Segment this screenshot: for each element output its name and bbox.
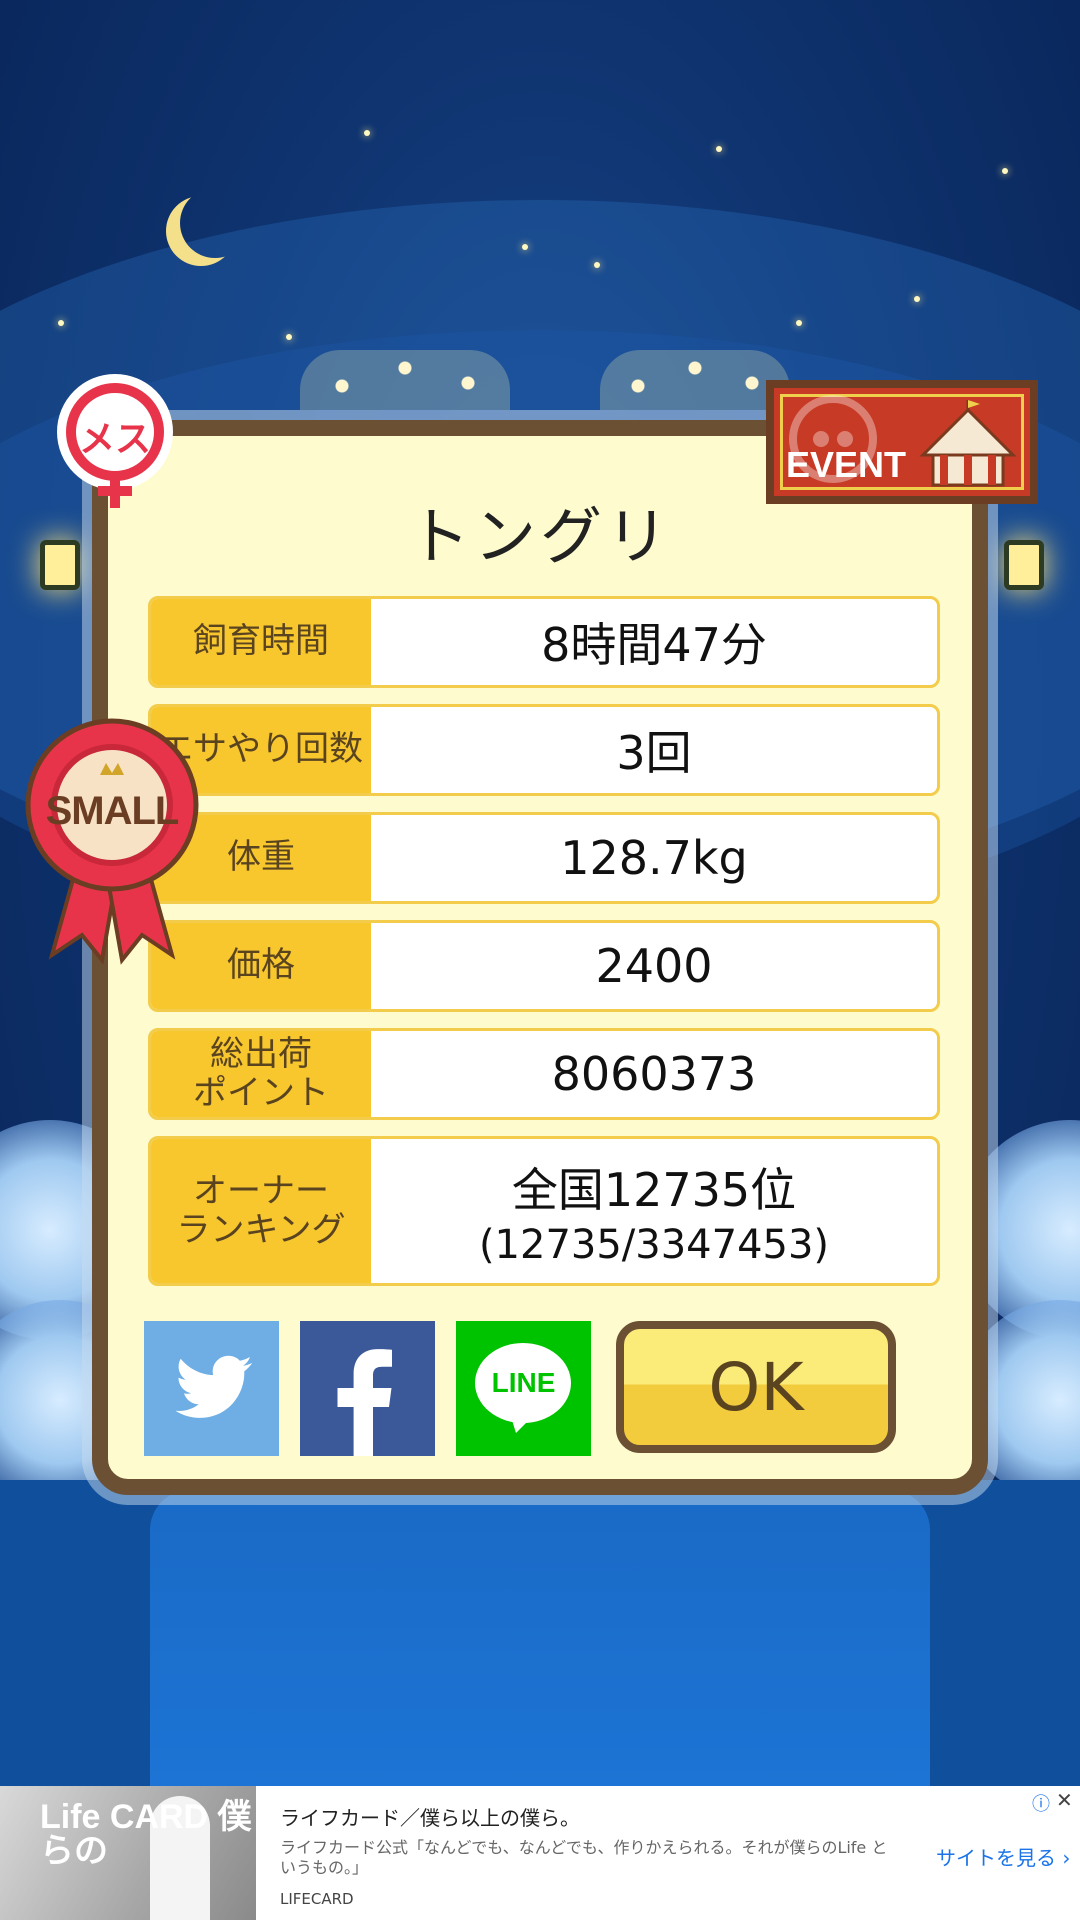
star-icon — [522, 244, 528, 250]
stat-value: 8060373 — [551, 1047, 757, 1101]
stat-subvalue: (12735/3347453) — [478, 1222, 830, 1268]
ok-button[interactable]: OK — [616, 1321, 896, 1453]
ad-description: ライフカード公式「なんどでも、なんどでも、作りかえられる。それが僕らのLife … — [280, 1838, 888, 1877]
sparkle-bush — [300, 350, 510, 410]
circus-tent-icon — [919, 400, 1017, 487]
facebook-icon — [337, 1349, 392, 1456]
star-icon — [914, 296, 920, 302]
star-icon — [716, 146, 722, 152]
ad-info-icon[interactable]: ⓘ — [1032, 1790, 1050, 1816]
gender-label: メス — [78, 419, 151, 460]
lamp-icon — [40, 540, 80, 590]
stat-row-weight: 体重 128.7kg — [148, 812, 940, 904]
ad-title[interactable]: ライフカード／僕ら以上の僕ら。 — [280, 1802, 580, 1831]
stat-value: 3回 — [616, 726, 692, 780]
twitter-icon — [175, 1355, 253, 1418]
line-label: LINE — [491, 1367, 556, 1398]
carpet — [150, 1490, 930, 1786]
stat-value: 8時間47分 — [541, 618, 767, 672]
sparkle-bush — [600, 350, 790, 410]
ribbon-icon — [25, 718, 199, 965]
star-icon — [364, 130, 370, 136]
chevron-right-icon: › — [1062, 1846, 1071, 1870]
stat-value: 128.7kg — [560, 831, 748, 885]
stat-row-raising-time: 飼育時間 8時間47分 — [148, 596, 940, 688]
star-icon — [594, 262, 600, 268]
line-share-button[interactable]: LINE — [456, 1321, 591, 1456]
size-label: SMALL — [45, 789, 180, 833]
ad-cta-link[interactable]: サイトを見る › — [936, 1842, 1070, 1871]
event-label: EVENT — [786, 444, 907, 485]
female-badge: メス — [52, 374, 178, 512]
stat-value: 2400 — [595, 939, 713, 993]
ad-image-text: Life CARD 僕らの — [40, 1798, 252, 1870]
facebook-share-button[interactable] — [300, 1321, 435, 1456]
ad-banner[interactable]: Life CARD 僕らの ライフカード／僕ら以上の僕ら。 ライフカード公式「な… — [0, 1786, 1080, 1920]
stat-row-price: 価格 2400 — [148, 920, 940, 1012]
star-icon — [286, 334, 292, 340]
pig-result-dialog: トングリ 飼育時間 8時間47分 エサやり回数 3回 体重 128.7kg 価格… — [92, 420, 988, 1495]
ad-source: LIFECARD — [280, 1890, 354, 1908]
stat-row-total-points: 総出荷 ポイント 8060373 — [148, 1028, 940, 1120]
close-icon[interactable]: ✕ — [1056, 1788, 1073, 1812]
twitter-share-button[interactable] — [144, 1321, 279, 1456]
stat-row-owner-ranking: オーナー ランキング 全国12735位 (12735/3347453) — [148, 1136, 940, 1286]
ad-cta-label: サイトを見る — [936, 1846, 1056, 1870]
star-icon — [1002, 168, 1008, 174]
moon-icon — [180, 188, 250, 258]
stat-label: 飼育時間 — [151, 599, 371, 685]
stat-label: オーナー ランキング — [151, 1139, 371, 1283]
event-badge: EVENT — [766, 380, 1038, 504]
stat-row-feed-count: エサやり回数 3回 — [148, 704, 940, 796]
stat-label: 総出荷 ポイント — [151, 1031, 371, 1117]
star-icon — [796, 320, 802, 326]
star-icon — [58, 320, 64, 326]
stat-value: 全国12735位 — [511, 1163, 797, 1217]
lamp-icon — [1004, 540, 1044, 590]
ad-image[interactable]: Life CARD 僕らの — [0, 1786, 256, 1920]
small-size-ribbon: SMALL — [22, 715, 202, 965]
